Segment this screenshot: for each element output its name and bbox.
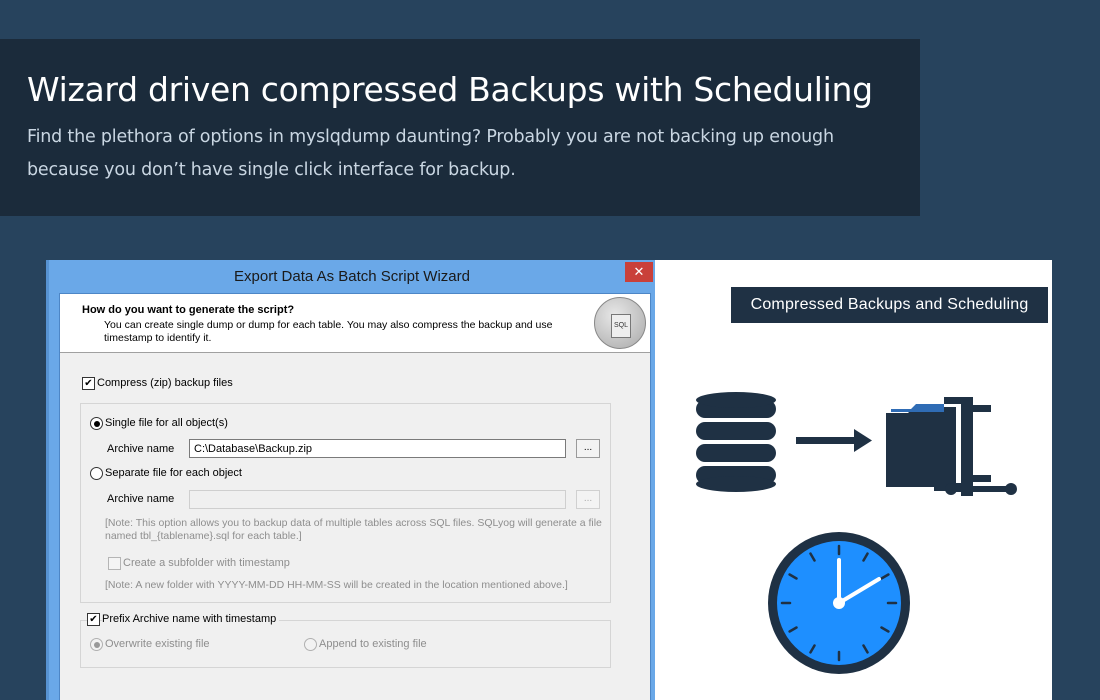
separate-file-note: [Note: This option allows you to backup … <box>105 517 602 542</box>
clock-icon <box>768 532 910 674</box>
separate-file-radio[interactable] <box>90 467 103 480</box>
wizard-header: How do you want to generate the script? … <box>60 294 650 353</box>
wizard-titlebar[interactable]: Export Data As Batch Script Wizard ✕ <box>49 260 655 293</box>
sql-icon-label: SQL <box>611 314 631 338</box>
hero-title: Wizard driven compressed Backups with Sc… <box>27 70 873 109</box>
arrow-icon <box>796 429 872 452</box>
hero-description: Find the plethora of options in myslqdum… <box>27 127 834 180</box>
close-button[interactable]: ✕ <box>625 262 653 282</box>
backup-illustration <box>696 392 1017 496</box>
single-file-label: Single file for all object(s) <box>105 417 228 429</box>
overwrite-radio[interactable] <box>90 638 103 651</box>
wizard-question: How do you want to generate the script? <box>82 304 295 316</box>
archive-name-input-2[interactable] <box>189 490 566 509</box>
browse-button-2[interactable]: ... <box>576 490 600 509</box>
browse-button[interactable]: ... <box>576 439 600 458</box>
archive-name-label-2: Archive name <box>107 493 175 505</box>
wizard-question-detail: You can create single dump or dump for e… <box>104 319 553 344</box>
prefix-label: Prefix Archive name with timestamp <box>102 613 280 625</box>
wizard-title: Export Data As Batch Script Wizard <box>234 268 470 285</box>
wizard-body: How do you want to generate the script? … <box>59 293 651 700</box>
archive-name-label: Archive name <box>107 443 175 455</box>
compress-checkbox[interactable]: ✔ <box>82 377 95 390</box>
archive-name-input[interactable]: C:\Database\Backup.zip <box>189 439 566 458</box>
compressed-folder-icon <box>886 397 1017 496</box>
promo-tag: Compressed Backups and Scheduling <box>731 287 1048 323</box>
overwrite-label: Overwrite existing file <box>105 638 210 650</box>
subfolder-label: Create a subfolder with timestamp <box>123 557 290 569</box>
compress-label: Compress (zip) backup files <box>97 377 233 389</box>
database-icon <box>696 392 776 492</box>
append-radio[interactable] <box>304 638 317 651</box>
prefix-checkbox[interactable]: ✔ <box>87 613 100 626</box>
sql-export-icon: SQL <box>594 297 646 349</box>
subfolder-note: [Note: A new folder with YYYY-MM-DD HH-M… <box>105 579 568 591</box>
single-file-radio[interactable] <box>90 417 103 430</box>
feature-showcase: Export Data As Batch Script Wizard ✕ How… <box>46 260 1052 700</box>
separate-file-label: Separate file for each object <box>105 467 242 479</box>
subfolder-checkbox[interactable] <box>108 557 121 570</box>
append-label: Append to existing file <box>319 638 427 650</box>
wizard-window: Export Data As Batch Script Wizard ✕ How… <box>46 260 655 700</box>
